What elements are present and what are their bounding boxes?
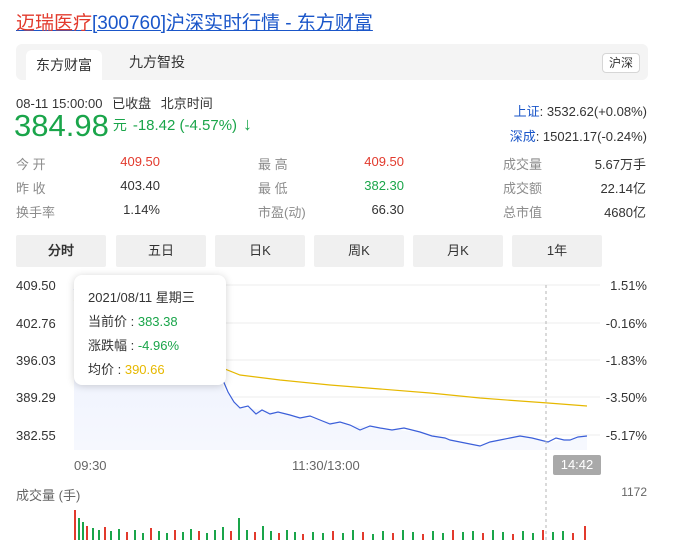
current-price: 384.98 bbox=[14, 108, 109, 143]
y-left-tick: 402.76 bbox=[16, 316, 56, 331]
y-left-tick: 396.03 bbox=[16, 353, 56, 368]
stat-high: 409.50 bbox=[364, 154, 404, 169]
stat-volume-label: 成交量 bbox=[503, 157, 543, 172]
x-tick: 11:30/13:00 bbox=[292, 458, 360, 473]
y-right-tick: 1.51% bbox=[610, 278, 647, 293]
tooltip-price-label: 当前价 : bbox=[88, 314, 138, 329]
y-left-tick: 389.29 bbox=[16, 390, 56, 405]
stat-mcap-label: 总市值 bbox=[503, 205, 543, 220]
period-tab-1year[interactable]: 1年 bbox=[512, 235, 602, 267]
source-tabs: 东方财富 九方智投 沪深 bbox=[16, 44, 648, 80]
y-right-tick: -0.16% bbox=[605, 316, 647, 331]
market-badge: 沪深 bbox=[601, 53, 640, 73]
title-company[interactable]: 迈瑞医疗 bbox=[16, 13, 92, 34]
stat-pe: 66.30 bbox=[371, 202, 404, 217]
period-tab-daily[interactable]: 日K bbox=[215, 235, 305, 267]
period-tab-intraday[interactable]: 分时 bbox=[16, 235, 106, 267]
stat-amount: 22.14亿 bbox=[600, 181, 646, 196]
stat-volume: 5.67万手 bbox=[594, 157, 646, 172]
stat-turnover: 1.14% bbox=[123, 202, 160, 217]
stat-mcap: 4680亿 bbox=[604, 205, 646, 220]
crosshair-time-badge: 14:42 bbox=[553, 455, 601, 475]
price-change: -18.42 (-4.57%) bbox=[132, 117, 238, 135]
tooltip-avg-label: 均价 : bbox=[88, 362, 125, 377]
tooltip-pct-row: 涨跌幅 : -4.96% bbox=[88, 335, 179, 354]
y-left-tick: 382.55 bbox=[16, 428, 56, 443]
page-title[interactable]: 迈瑞医疗[300760]沪深实时行情 - 东方财富 bbox=[16, 8, 373, 35]
stat-amount-label: 成交额 bbox=[503, 181, 543, 196]
y-right-tick: -1.83% bbox=[605, 353, 647, 368]
tooltip-date: 2021/08/11 星期三 bbox=[88, 290, 195, 305]
y-left-tick: 409.50 bbox=[16, 278, 56, 293]
period-tab-5day[interactable]: 五日 bbox=[116, 235, 206, 267]
volume-title: 成交量 (手) bbox=[16, 488, 81, 503]
stat-turnover-label: 换手率 bbox=[16, 205, 56, 220]
tab-jiufang[interactable]: 九方智投 bbox=[129, 44, 185, 80]
period-tabs: 分时 五日 日K 周K 月K 1年 bbox=[16, 235, 648, 267]
stat-open-label: 今 开 bbox=[16, 157, 46, 172]
stat-prev: 403.40 bbox=[120, 178, 160, 193]
price-unit: 元 bbox=[112, 117, 127, 134]
tab-eastmoney[interactable]: 东方财富 bbox=[26, 50, 102, 80]
tooltip-avg: 390.66 bbox=[124, 362, 165, 377]
period-tab-weekly[interactable]: 周K bbox=[314, 235, 404, 267]
volume-max: 1172 bbox=[621, 485, 647, 499]
tooltip-avg-row: 均价 : 390.66 bbox=[88, 359, 165, 378]
x-tick: 09:30 bbox=[74, 458, 107, 473]
price-row: 384.98 元 -18.42 (-4.57%) ↓ bbox=[14, 108, 252, 144]
index-sh: 上证: 3532.62(+0.08%) bbox=[514, 101, 647, 120]
y-right-tick: -5.17% bbox=[605, 428, 647, 443]
tooltip-pct-label: 涨跌幅 : bbox=[88, 338, 138, 353]
chart-tooltip: 2021/08/11 星期三 当前价 : 383.38 涨跌幅 : -4.96%… bbox=[74, 275, 226, 385]
tooltip-price-row: 当前价 : 383.38 bbox=[88, 311, 178, 330]
period-tab-monthly[interactable]: 月K bbox=[413, 235, 503, 267]
index-sz-value: : 15021.17(-0.24%) bbox=[535, 129, 647, 144]
title-rest[interactable]: [300760]沪深实时行情 - 东方财富 bbox=[92, 13, 373, 34]
tooltip-price: 383.38 bbox=[137, 314, 178, 329]
stat-open: 409.50 bbox=[120, 154, 160, 169]
index-sh-label[interactable]: 上证 bbox=[514, 104, 540, 119]
stat-low-label: 最 低 bbox=[258, 181, 288, 196]
stat-pe-label: 市盈(动) bbox=[258, 205, 306, 220]
stat-high-label: 最 高 bbox=[258, 157, 288, 172]
index-sz-label[interactable]: 深成 bbox=[510, 129, 536, 144]
index-sh-value: : 3532.62(+0.08%) bbox=[539, 104, 647, 119]
down-arrow-icon: ↓ bbox=[243, 114, 253, 135]
volume-bars bbox=[74, 510, 586, 540]
stat-prev-label: 昨 收 bbox=[16, 181, 46, 196]
y-right-tick: -3.50% bbox=[605, 390, 647, 405]
tooltip-pct: -4.96% bbox=[137, 338, 180, 353]
index-sz: 深成: 15021.17(-0.24%) bbox=[510, 126, 647, 145]
stat-low: 382.30 bbox=[364, 178, 404, 193]
